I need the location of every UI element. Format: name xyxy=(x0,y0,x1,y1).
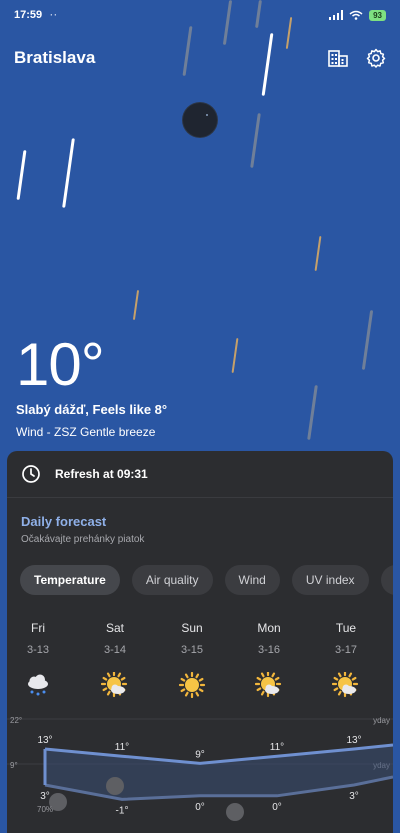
moon-icon xyxy=(183,103,217,137)
clock-icon xyxy=(22,465,40,483)
high-temp-label: 13° xyxy=(346,735,361,746)
day-name: Tue xyxy=(335,621,357,635)
app-header: Bratislava xyxy=(14,44,388,72)
low-temp-label: 0° xyxy=(272,802,282,813)
status-time: 17:59 xyxy=(14,9,43,21)
day-name: Mon xyxy=(257,621,281,635)
day-column[interactable]: Sun 3-15 xyxy=(162,621,222,699)
signal-icon xyxy=(329,10,344,20)
day-date: 3-14 xyxy=(103,644,127,656)
city-buildings-icon xyxy=(328,50,348,67)
day-date: 3-17 xyxy=(334,644,358,656)
city-name[interactable]: Bratislava xyxy=(14,48,95,68)
wifi-icon xyxy=(349,10,363,20)
low-temp-label: 3° xyxy=(349,791,359,802)
tab-temperature[interactable]: Temperature xyxy=(20,565,120,595)
day-column[interactable]: Tue 3-17 xyxy=(316,621,376,698)
precip-marker xyxy=(226,803,244,821)
yday-label: yday xyxy=(373,716,390,725)
high-temp-label: 11° xyxy=(270,742,284,753)
tab-air-quality[interactable]: Air quality xyxy=(131,565,213,595)
day-column[interactable]: Mon 3-16 xyxy=(239,621,299,698)
low-temp-label: 3° xyxy=(40,791,50,802)
status-bar: 17:59 ·· 93 xyxy=(0,0,400,30)
precip-marker xyxy=(106,777,124,795)
day-column[interactable]: Fri 3-13 xyxy=(8,621,68,698)
tab-wind[interactable]: Wind xyxy=(224,565,280,595)
daily-columns: Fri 3-13 Sat 3-14 Sun 3-15 Mon 3-16 Tue … xyxy=(7,621,393,701)
high-temp-label: 9° xyxy=(195,749,205,760)
gear-icon xyxy=(366,48,386,68)
day-name: Sun xyxy=(181,621,203,635)
weather-screen: 17:59 ·· 93 Bratislava 10° Slabý dážď, F… xyxy=(0,0,400,833)
refresh-label: Refresh at 09:31 xyxy=(55,467,148,481)
current-weather: 10° Slabý dážď, Feels like 8° Wind - ZSZ… xyxy=(16,330,167,439)
forecast-tabs: Temperature Air quality Wind UV index xyxy=(20,565,393,595)
settings-button[interactable] xyxy=(364,46,388,70)
divider xyxy=(7,497,393,498)
high-temp-label: 11° xyxy=(115,742,129,753)
daily-forecast-title: Daily forecast xyxy=(21,514,107,529)
precip-probability-label: 70% xyxy=(37,805,53,814)
current-description: Slabý dážď, Feels like 8° xyxy=(16,402,168,417)
partly-sunny-icon xyxy=(100,670,129,698)
day-date: 3-13 xyxy=(26,644,50,656)
y-mid-label: 9° xyxy=(10,761,18,770)
partly-sunny-icon xyxy=(254,670,283,698)
current-wind: Wind - ZSZ Gentle breeze xyxy=(16,425,156,439)
rain-cloud-icon xyxy=(24,672,52,698)
temperature-chart: 22°9°ydayyday13°3°11°-1°9°0°11°0°13°3°70… xyxy=(7,716,393,821)
forecast-card: Refresh at 09:31 Daily forecast Očakávaj… xyxy=(7,451,393,833)
day-name: Fri xyxy=(31,621,45,635)
low-temp-label: -1° xyxy=(116,805,129,816)
low-temp-label: 0° xyxy=(195,802,205,813)
day-date: 3-16 xyxy=(257,644,281,656)
high-temp-label: 13° xyxy=(37,735,52,746)
refresh-row[interactable]: Refresh at 09:31 xyxy=(7,451,393,497)
tab-uv-index[interactable]: UV index xyxy=(291,565,369,595)
day-name: Sat xyxy=(105,621,124,635)
y-top-label: 22° xyxy=(10,716,22,725)
day-column[interactable]: Sat 3-14 xyxy=(85,621,145,698)
manage-locations-button[interactable] xyxy=(326,46,350,70)
daily-forecast-subtitle: Očakávajte prehánky piatok xyxy=(21,534,145,545)
sun-icon xyxy=(178,671,206,699)
partly-sunny-icon xyxy=(331,670,360,698)
battery-indicator: 93 xyxy=(369,9,386,21)
status-dots: ·· xyxy=(50,10,59,20)
current-temperature: 10° xyxy=(16,331,105,398)
day-date: 3-15 xyxy=(180,644,204,656)
tab-more[interactable] xyxy=(380,565,393,595)
